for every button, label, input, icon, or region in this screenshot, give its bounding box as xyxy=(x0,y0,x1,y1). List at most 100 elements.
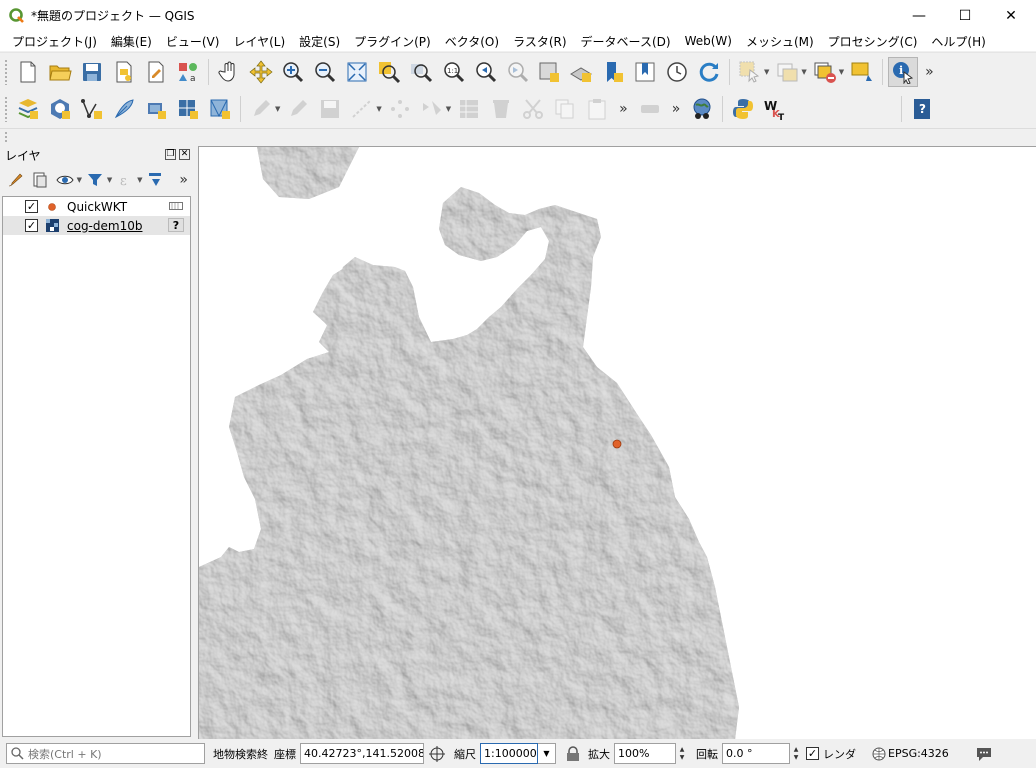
save-project-button[interactable] xyxy=(77,57,107,87)
locator-search-input[interactable]: 検索(Ctrl + K) xyxy=(6,743,205,764)
map-canvas[interactable] xyxy=(198,146,1036,739)
toolbar-grip[interactable] xyxy=(4,58,8,85)
toggle-editing-button[interactable] xyxy=(283,94,313,124)
new-3d-view-button[interactable] xyxy=(566,57,596,87)
zoom-in-button[interactable] xyxy=(278,57,308,87)
quickwkt-point-marker[interactable] xyxy=(612,439,622,449)
visibility-dropdown-icon[interactable]: ▼ xyxy=(77,176,82,184)
identify-features-button[interactable]: i xyxy=(888,56,919,87)
new-print-layout-button[interactable] xyxy=(109,57,139,87)
layer-row-cog-dem10b[interactable]: ✓ cog-dem10b ? xyxy=(3,216,190,235)
modify-attributes-button[interactable] xyxy=(417,94,447,124)
zoom-to-layer-button[interactable] xyxy=(406,57,436,87)
menu-help[interactable]: ヘルプ(H) xyxy=(924,33,992,50)
float-panel-icon[interactable]: ❐ xyxy=(165,149,176,160)
filter-dropdown-icon[interactable]: ▼ xyxy=(107,176,112,184)
menu-vector[interactable]: ベクタ(O) xyxy=(438,33,506,50)
zoom-out-button[interactable] xyxy=(310,57,340,87)
python-console-button[interactable] xyxy=(728,94,758,124)
maximize-button[interactable]: ☐ xyxy=(942,0,988,31)
deselect-all-button[interactable] xyxy=(810,57,840,87)
quickwkt-plugin-button[interactable] xyxy=(687,94,717,124)
annotation-button[interactable] xyxy=(847,57,877,87)
mouse-coordinate-toggle-icon[interactable] xyxy=(428,745,446,763)
save-edits-button[interactable] xyxy=(315,94,345,124)
expression-dropdown-icon[interactable]: ▼ xyxy=(137,176,142,184)
add-feature-button[interactable] xyxy=(347,94,377,124)
lock-scale-icon[interactable] xyxy=(566,745,580,762)
layer-visibility-checkbox[interactable]: ✓ xyxy=(25,219,38,232)
toolbar-grip[interactable] xyxy=(4,96,8,122)
manage-visibility-button[interactable] xyxy=(54,168,77,192)
menu-settings[interactable]: 設定(S) xyxy=(292,33,347,50)
pan-map-button[interactable] xyxy=(214,57,244,87)
menu-layer[interactable]: レイヤ(L) xyxy=(226,33,292,50)
scale-field[interactable]: 1:1000000 xyxy=(480,743,538,764)
wkt-plugin-button[interactable]: WKT xyxy=(760,94,790,124)
magnifier-spinner[interactable]: ▲ ▼ xyxy=(676,743,688,764)
close-button[interactable]: ✕ xyxy=(988,0,1034,31)
edit-attributes-button[interactable] xyxy=(454,94,484,124)
label-toolbar-button[interactable] xyxy=(635,94,665,124)
layer-visibility-checkbox[interactable]: ✓ xyxy=(25,200,38,213)
new-geopackage-layer-button[interactable] xyxy=(45,94,75,124)
style-manager-button[interactable]: a xyxy=(173,57,203,87)
magnifier-field[interactable]: 100% xyxy=(614,743,676,764)
zoom-full-button[interactable] xyxy=(342,57,372,87)
zoom-next-button[interactable] xyxy=(502,57,532,87)
copy-features-button[interactable] xyxy=(550,94,580,124)
open-project-button[interactable] xyxy=(45,57,75,87)
layer-row-quickwkt[interactable]: ✓ QuickWKT xyxy=(3,197,190,216)
toolbar-overflow-button-2[interactable]: » xyxy=(666,101,687,117)
style-panel-button[interactable] xyxy=(4,168,27,192)
new-virtual-layer-button[interactable] xyxy=(141,94,171,124)
select-features-button[interactable] xyxy=(735,57,765,87)
help-contents-button[interactable]: ? xyxy=(907,94,937,124)
render-checkbox[interactable]: ✓ xyxy=(806,747,819,760)
close-panel-icon[interactable]: ✕ xyxy=(179,149,190,160)
new-map-view-button[interactable] xyxy=(534,57,564,87)
crs-label[interactable]: EPSG:4326 xyxy=(888,747,949,760)
toolbar-grip[interactable] xyxy=(4,130,8,143)
zoom-last-button[interactable] xyxy=(470,57,500,87)
temporary-layer-icon[interactable] xyxy=(168,199,184,213)
toolbar-overflow-button[interactable]: » xyxy=(919,64,940,80)
rotation-field[interactable]: 0.0 ° xyxy=(722,743,790,764)
unknown-crs-icon[interactable]: ? xyxy=(168,218,184,232)
data-source-manager-button[interactable] xyxy=(13,94,43,124)
new-temp-scratch-layer-button[interactable] xyxy=(109,94,139,124)
refresh-button[interactable] xyxy=(694,57,724,87)
menu-raster[interactable]: ラスタ(R) xyxy=(506,33,573,50)
cut-features-button[interactable] xyxy=(518,94,548,124)
menu-project[interactable]: プロジェクト(J) xyxy=(5,33,104,50)
menu-mesh[interactable]: メッシュ(M) xyxy=(739,33,821,50)
rotation-spinner[interactable]: ▲ ▼ xyxy=(790,743,802,764)
coordinate-field[interactable]: 40.42723°,141.52008° xyxy=(300,743,424,764)
delete-selected-button[interactable] xyxy=(486,94,516,124)
new-mesh-layer-button[interactable] xyxy=(205,94,235,124)
menu-web[interactable]: Web(W) xyxy=(678,34,739,48)
menu-edit[interactable]: 編集(E) xyxy=(104,33,159,50)
new-project-button[interactable] xyxy=(13,57,43,87)
minimize-button[interactable]: — xyxy=(896,0,942,31)
show-bookmarks-button[interactable] xyxy=(630,57,660,87)
menu-plugins[interactable]: プラグイン(P) xyxy=(347,33,438,50)
zoom-to-selection-button[interactable] xyxy=(374,57,404,87)
new-raster-button[interactable] xyxy=(173,94,203,124)
paste-features-button[interactable] xyxy=(582,94,612,124)
expand-all-button[interactable] xyxy=(145,168,168,192)
toolbar-overflow-button[interactable]: » xyxy=(613,101,634,117)
current-edits-button[interactable] xyxy=(246,94,276,124)
menu-view[interactable]: ビュー(V) xyxy=(159,33,227,50)
zoom-native-button[interactable]: 1:1 xyxy=(438,57,468,87)
temporal-controller-button[interactable] xyxy=(662,57,692,87)
filter-expression-button[interactable]: ε xyxy=(114,168,137,192)
menu-processing[interactable]: プロセシング(C) xyxy=(821,33,925,50)
new-bookmark-button[interactable] xyxy=(598,57,628,87)
scale-dropdown-icon[interactable]: ▼ xyxy=(538,743,556,764)
layers-toolbar-overflow-button[interactable]: » xyxy=(169,172,194,188)
select-by-value-button[interactable] xyxy=(772,57,802,87)
layout-manager-button[interactable] xyxy=(141,57,171,87)
messages-icon[interactable] xyxy=(975,746,993,762)
digitize-vector-button[interactable] xyxy=(77,94,107,124)
